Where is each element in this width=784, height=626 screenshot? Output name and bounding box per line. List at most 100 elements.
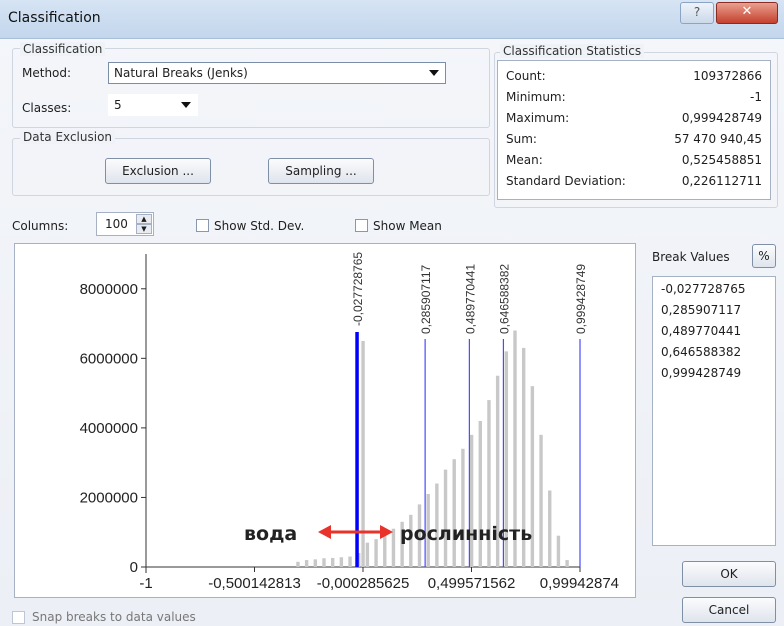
exclusion-button[interactable]: Exclusion ... [105,158,211,184]
histogram-bar [374,539,378,567]
x-tick-label: -0,000285625 [317,575,410,592]
spin-down-icon[interactable]: ▼ [136,224,152,234]
histogram-bar [556,535,561,567]
columns-label: Columns: [12,219,69,233]
columns-value: 100 [105,217,128,231]
break-line-label: 0,999428749 [574,264,588,334]
stat-row-sum: Sum: 57 470 940,45 [506,132,762,152]
stat-label: Standard Deviation: [506,174,626,188]
close-icon: ✕ [741,4,753,19]
histogram-bar [339,557,344,567]
y-tick-label: 4000000 [80,420,138,437]
histogram-bar [313,559,318,567]
break-value-item[interactable]: 0,285907117 [653,300,775,321]
x-tick-label: 0,499571562 [428,575,516,592]
help-button[interactable]: ? [680,2,714,24]
histogram-bar [565,560,569,567]
break-values-label: Break Values [652,250,730,264]
histogram-bar [548,490,552,567]
histogram-bar [469,434,474,567]
chevron-down-icon [429,70,439,76]
stat-row-count: Count: 109372866 [506,69,762,89]
arrow-right-icon [380,525,393,539]
show-std-dev-label: Show Std. Dev. [214,219,305,233]
data-exclusion-group [12,138,490,196]
classification-group [12,48,490,128]
y-tick-label: 8000000 [80,281,138,298]
histogram-bar [304,560,309,567]
break-line-label: 0,489770441 [463,264,477,334]
show-mean-label: Show Mean [373,219,442,233]
break-value-item[interactable]: 0,999428749 [653,363,775,384]
stat-row-mean: Mean: 0,525458851 [506,153,762,173]
classes-label: Classes: [22,101,72,115]
stat-value: 109372866 [693,69,762,83]
show-std-dev-checkbox[interactable] [196,219,209,232]
stat-value: 0,226112711 [681,174,762,188]
stat-label: Count: [506,69,546,83]
percent-button[interactable]: % [752,244,776,268]
data-exclusion-label: Data Exclusion [20,130,116,144]
close-button[interactable]: ✕ [716,2,778,24]
stat-value: 0,999428749 [681,111,762,125]
histogram-bar [383,535,387,567]
method-dropdown[interactable]: Natural Breaks (Jenks) [108,62,446,84]
snap-breaks-checkbox[interactable] [12,611,25,624]
histogram-chart[interactable]: 0 2000000 4000000 6000000 8000000 -1 -0,500142… [15,244,635,597]
statistics-group-label: Classification Statistics [500,44,645,58]
classes-value: 5 [114,98,122,112]
stat-label: Sum: [506,132,537,146]
x-tick-label: 0,99942874 [540,575,619,592]
method-label: Method: [22,66,72,80]
histogram-bar [330,557,335,567]
stat-label: Minimum: [506,90,566,104]
break-line-label: 0,646588382 [497,264,511,334]
show-mean-checkbox[interactable] [355,219,368,232]
sampling-button[interactable]: Sampling ... [268,158,374,184]
x-tick-label: -1 [139,575,152,592]
dialog-title: Classification [8,10,101,26]
stat-value: 0,525458851 [681,153,762,167]
break-line-label: 0,285907117 [419,264,433,334]
classes-dropdown[interactable]: 5 [108,94,198,116]
break-value-item[interactable]: -0,027728765 [653,279,775,300]
break-line-label: -0,027728765 [351,252,365,326]
columns-spinner[interactable]: 100 ▲ ▼ [96,212,154,236]
histogram-bar [391,528,396,567]
snap-breaks-label: Snap breaks to data values [32,610,196,624]
y-tick-label: 6000000 [80,350,138,367]
histogram-bar [365,542,370,567]
stat-row-std-dev: Standard Deviation: 0,226112711 [506,174,762,194]
title-bar: Classification ? ✕ [0,0,784,39]
statistics-box: Count: 109372866 Minimum: -1 Maximum: 0,… [497,60,771,200]
break-values-list[interactable]: -0,027728765 0,285907117 0,489770441 0,6… [652,276,776,546]
histogram-bar [348,556,352,567]
stat-value: -1 [750,90,762,104]
cancel-button[interactable]: Cancel [682,597,776,623]
y-tick-label: 0 [130,559,138,576]
histogram-bar [478,420,482,567]
histogram-bar [461,448,465,567]
break-value-item[interactable]: 0,646588382 [653,342,775,363]
classification-dialog: Classification ? ✕ Classification Method… [0,0,784,626]
ok-button[interactable]: OK [682,561,776,587]
stat-row-maximum: Maximum: 0,999428749 [506,111,762,131]
spin-up-icon[interactable]: ▲ [136,214,152,224]
help-icon: ? [693,5,701,19]
histogram-bar [539,434,543,567]
chevron-down-icon [181,102,191,108]
break-value-item[interactable]: 0,489770441 [653,321,775,342]
stat-value: 57 470 940,45 [674,132,762,146]
vegetation-annotation: рослинність [400,523,532,545]
histogram-bar [296,561,300,567]
histogram-bar [452,459,456,567]
x-tick-label: -0,500142813 [208,575,301,592]
classification-group-label: Classification [20,42,106,56]
stat-label: Maximum: [506,111,570,125]
y-tick-label: 2000000 [80,489,138,506]
histogram-panel[interactable]: 0 2000000 4000000 6000000 8000000 -1 -0,500142… [14,243,636,598]
arrow-left-icon [318,525,331,539]
histogram-bar [322,558,326,567]
histogram-bar [443,469,448,567]
method-value: Natural Breaks (Jenks) [114,66,248,80]
